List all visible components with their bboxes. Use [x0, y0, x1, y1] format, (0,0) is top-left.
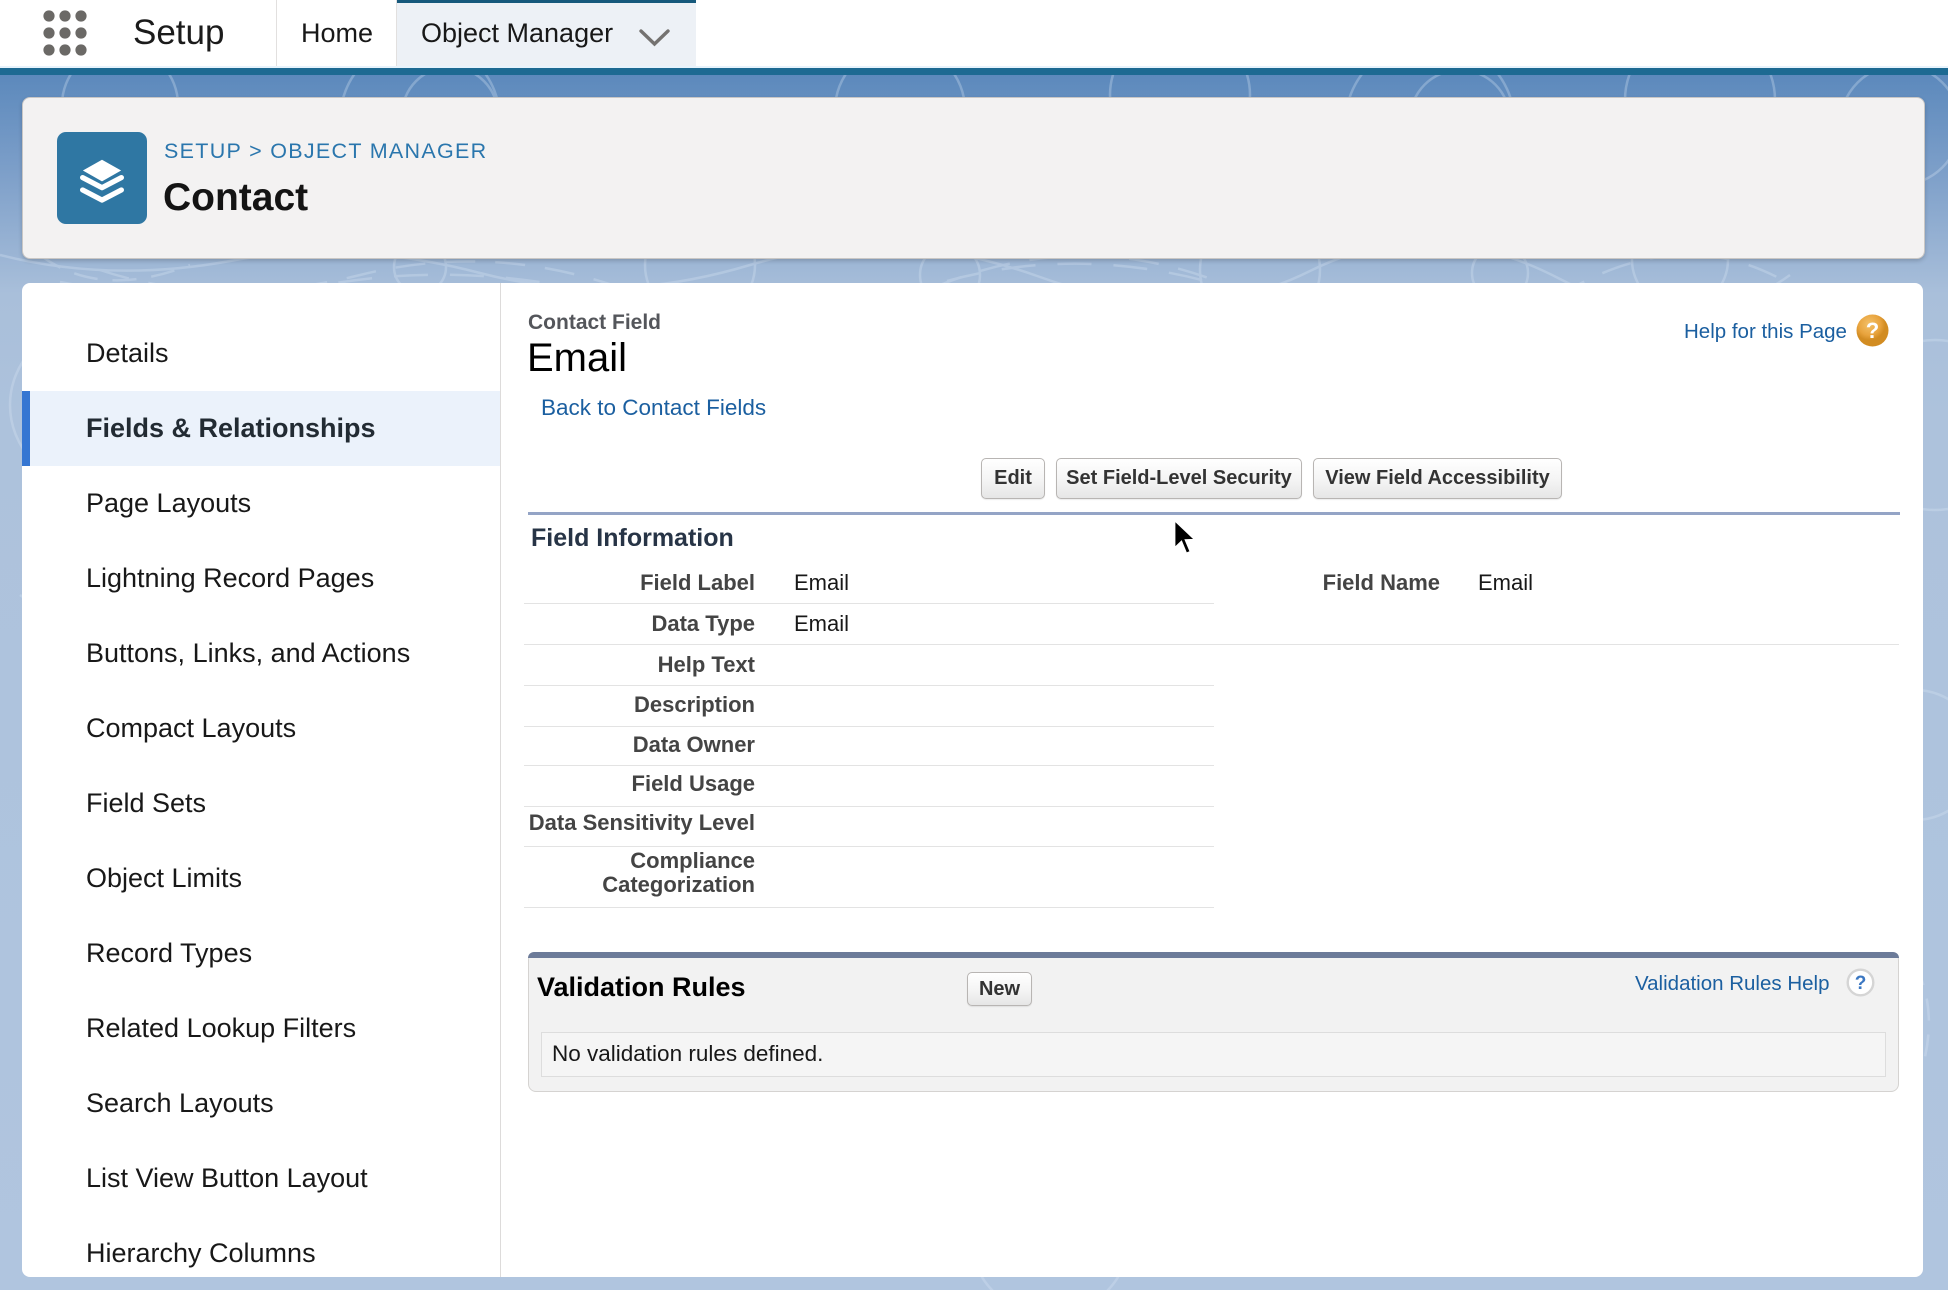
svg-text:?: ?	[1855, 973, 1867, 994]
svg-text:?: ?	[1866, 318, 1879, 343]
